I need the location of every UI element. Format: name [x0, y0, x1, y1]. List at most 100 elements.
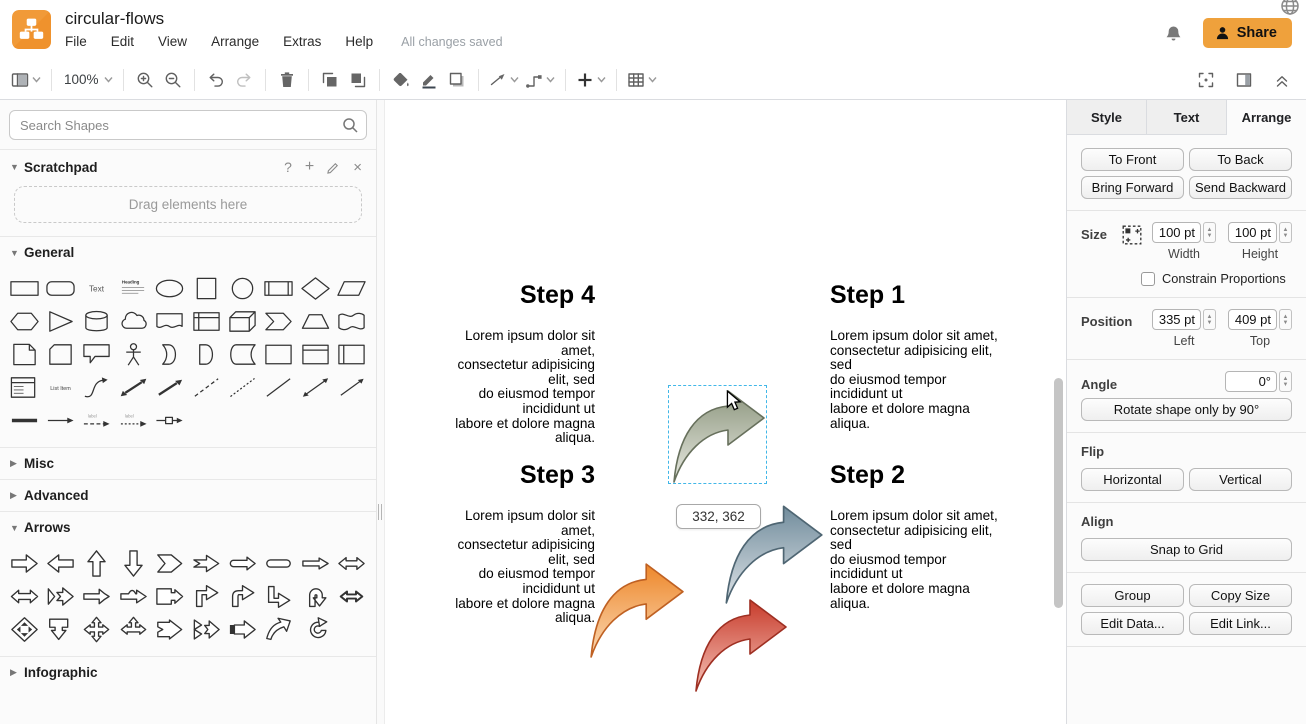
zoom-in-button[interactable]: [131, 66, 159, 94]
shape-triangle[interactable]: [42, 305, 78, 338]
canvas-vertical-scrollbar[interactable]: [1054, 378, 1063, 608]
shape-pointed-arrow[interactable]: [152, 547, 188, 580]
shape-two-way-compact-arrow[interactable]: [334, 580, 370, 613]
splitter-grip[interactable]: [378, 504, 382, 520]
shape-labeled-dashed-arrow[interactable]: label: [115, 404, 151, 437]
autosize-icon[interactable]: [1121, 224, 1143, 246]
group-button[interactable]: Group: [1081, 584, 1184, 607]
section-header-infographic[interactable]: ▶ Infographic: [0, 657, 376, 688]
shape-note[interactable]: [6, 338, 42, 371]
shape-trapezoid[interactable]: [297, 305, 333, 338]
shape-dashed-line[interactable]: [188, 371, 224, 404]
add-icon[interactable]: +: [305, 158, 314, 176]
copy-size-button[interactable]: Copy Size: [1189, 584, 1292, 607]
shape-actor[interactable]: [115, 338, 151, 371]
view-panels-button[interactable]: [8, 66, 44, 94]
shape-process[interactable]: [261, 272, 297, 305]
shape-data-storage[interactable]: [224, 338, 260, 371]
shape-container[interactable]: [261, 338, 297, 371]
waypoints-button[interactable]: [522, 66, 558, 94]
flip-horizontal-button[interactable]: Horizontal: [1081, 468, 1184, 491]
share-button[interactable]: Share: [1203, 18, 1292, 48]
shape-bidirectional-connector[interactable]: [297, 371, 333, 404]
section-header-general[interactable]: ▼ General: [0, 237, 376, 268]
shape-container-vertical[interactable]: [334, 338, 370, 371]
scratchpad-dropzone[interactable]: Drag elements here: [14, 186, 362, 223]
globe-icon[interactable]: [1280, 0, 1300, 16]
edit-link-button[interactable]: Edit Link...: [1189, 612, 1292, 635]
shape-line[interactable]: [261, 371, 297, 404]
sidebar-splitter[interactable]: [377, 100, 385, 724]
height-input[interactable]: [1228, 222, 1277, 243]
delete-button[interactable]: [273, 66, 301, 94]
menu-view[interactable]: View: [158, 34, 187, 49]
shape-arrow-down[interactable]: [115, 547, 151, 580]
shape-tail-arrow[interactable]: [152, 613, 188, 646]
canvas-step3-block[interactable]: Step 3Lorem ipsum dolor sit amet, consec…: [435, 460, 595, 626]
shape-container-horizontal[interactable]: [297, 338, 333, 371]
tab-arrange[interactable]: Arrange: [1227, 100, 1306, 135]
height-stepper[interactable]: ▲▼: [1279, 222, 1292, 243]
shape-double-arrow[interactable]: [6, 580, 42, 613]
search-shapes-input[interactable]: [9, 110, 367, 140]
shape-notched-arrow[interactable]: [188, 547, 224, 580]
section-header-arrows[interactable]: ▼ Arrows: [0, 512, 376, 543]
connection-button[interactable]: [486, 66, 522, 94]
shape-arrow-up[interactable]: [79, 547, 115, 580]
shape-cylinder[interactable]: [79, 305, 115, 338]
shape-arrow-right[interactable]: [6, 547, 42, 580]
constrain-proportions-checkbox[interactable]: [1141, 272, 1155, 286]
shape-directional-connector[interactable]: [334, 371, 370, 404]
shape-internal-storage[interactable]: [188, 305, 224, 338]
shape-text[interactable]: Text: [79, 272, 115, 305]
shape-circular-arrow[interactable]: [297, 613, 333, 646]
edit-icon[interactable]: [327, 161, 340, 174]
shape-corner-arrow[interactable]: [188, 580, 224, 613]
canvas-step4-block[interactable]: Step 4Lorem ipsum dolor sit amet, consec…: [435, 280, 595, 446]
canvas-curved-arrow-orange[interactable]: [584, 558, 688, 660]
undo-button[interactable]: [202, 66, 230, 94]
tab-text[interactable]: Text: [1147, 100, 1227, 135]
shape-callout-down-arrow[interactable]: [42, 613, 78, 646]
shape-merge-arrow[interactable]: [188, 613, 224, 646]
send-backward-button[interactable]: Send Backward: [1189, 176, 1292, 199]
shape-textbox[interactable]: Heading: [115, 272, 151, 305]
shape-two-way-arrow[interactable]: [334, 547, 370, 580]
shape-flat-arrow[interactable]: [261, 547, 297, 580]
tab-style[interactable]: Style: [1067, 100, 1147, 135]
shape-card[interactable]: [42, 338, 78, 371]
to-front-button[interactable]: [316, 66, 344, 94]
shape-hexagon[interactable]: [6, 305, 42, 338]
shape-step[interactable]: [261, 305, 297, 338]
shape-or[interactable]: [152, 338, 188, 371]
canvas-curved-arrow-red[interactable]: [688, 594, 792, 694]
canvas-step2-block[interactable]: Step 2Lorem ipsum dolor sit amet, consec…: [830, 460, 1006, 611]
canvas[interactable]: Step 4Lorem ipsum dolor sit amet, consec…: [385, 100, 1066, 724]
shape-three-way-arrow[interactable]: [115, 613, 151, 646]
shape-tape[interactable]: [334, 305, 370, 338]
zoom-label-button[interactable]: 100%: [59, 66, 116, 94]
shape-list[interactable]: [6, 371, 42, 404]
angle-stepper[interactable]: ▲▼: [1279, 371, 1292, 392]
shape-striped-arrow[interactable]: [42, 580, 78, 613]
shape-cube[interactable]: [224, 305, 260, 338]
shape-fork-arrow[interactable]: [261, 580, 297, 613]
shape-jump-in-arrow[interactable]: [115, 580, 151, 613]
edit-data-button[interactable]: Edit Data...: [1081, 612, 1184, 635]
shape-cloud[interactable]: [115, 305, 151, 338]
shape-bend-arrow[interactable]: [224, 580, 260, 613]
shadow-button[interactable]: [443, 66, 471, 94]
shape-link[interactable]: [6, 404, 42, 437]
shape-sharp-arrow[interactable]: [297, 547, 333, 580]
shape-cross-arrow[interactable]: [79, 613, 115, 646]
shape-open-arrow[interactable]: [79, 580, 115, 613]
help-icon[interactable]: ?: [284, 159, 292, 175]
snap-to-grid-button[interactable]: Snap to Grid: [1081, 538, 1292, 561]
shape-bidirectional-arrow[interactable]: [115, 371, 151, 404]
fullscreen-button[interactable]: [1192, 66, 1220, 94]
menu-help[interactable]: Help: [345, 34, 373, 49]
shape-and[interactable]: [188, 338, 224, 371]
shape-arrow-with-box[interactable]: [152, 404, 188, 437]
shape-dotted-line[interactable]: [224, 371, 260, 404]
shape-curve[interactable]: [79, 371, 115, 404]
